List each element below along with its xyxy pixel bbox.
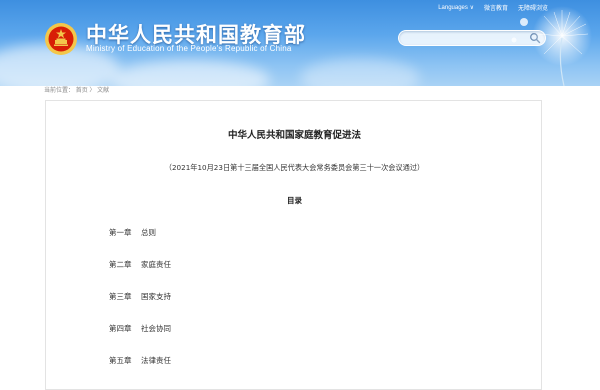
document-title: 中华人民共和国家庭教育促进法 <box>227 130 361 141</box>
breadcrumb-home-link[interactable]: 首页 <box>76 88 88 94</box>
toc-item-chapter-4[interactable]: 第四章 社会协同 <box>109 323 171 334</box>
toc-item-chapter-1[interactable]: 第一章 总则 <box>109 227 156 238</box>
chapter-name: 社会协同 <box>141 324 171 333</box>
chapter-number: 第五章 <box>109 356 132 365</box>
breadcrumb-prefix: 当前位置： <box>44 88 75 94</box>
cloud-decoration <box>110 60 270 86</box>
breadcrumb-separator: 〉 <box>89 88 96 94</box>
document-subtitle: （2021年10月23日第十三届全国人民代表大会常务委员会第三十一次会议通过） <box>164 163 425 172</box>
site-header: 中华人民共和国教育部 Ministry of Education of the … <box>0 0 600 86</box>
chapter-name: 家庭责任 <box>141 260 171 269</box>
breadcrumb-current-link[interactable]: 文献 <box>97 88 109 94</box>
chapter-name: 国家支持 <box>141 292 171 301</box>
chapter-name: 总则 <box>141 228 156 237</box>
chapter-number: 第二章 <box>109 260 132 269</box>
cloud-decoration <box>300 58 420 86</box>
breadcrumb: 当前位置： 首页 〉 文献 <box>44 86 109 98</box>
chapter-number: 第四章 <box>109 324 132 333</box>
toc-item-chapter-2[interactable]: 第二章 家庭责任 <box>109 259 171 270</box>
national-emblem-icon <box>45 23 77 55</box>
toc-item-chapter-5[interactable]: 第五章 法律责任 <box>109 355 171 366</box>
dandelion-decoration <box>511 6 592 86</box>
toc-heading: 目录 <box>287 196 302 205</box>
toc-item-chapter-3[interactable]: 第三章 国家支持 <box>109 291 171 302</box>
languages-link[interactable]: Languages ∨ <box>438 4 474 11</box>
chapter-name: 法律责任 <box>141 356 171 365</box>
site-subtitle: Ministry of Education of the People's Re… <box>86 44 292 53</box>
document-panel: 中华人民共和国家庭教育促进法 （2021年10月23日第十三届全国人民代表大会常… <box>45 100 542 390</box>
chapter-number: 第三章 <box>109 292 132 301</box>
chapter-number: 第一章 <box>109 228 132 237</box>
